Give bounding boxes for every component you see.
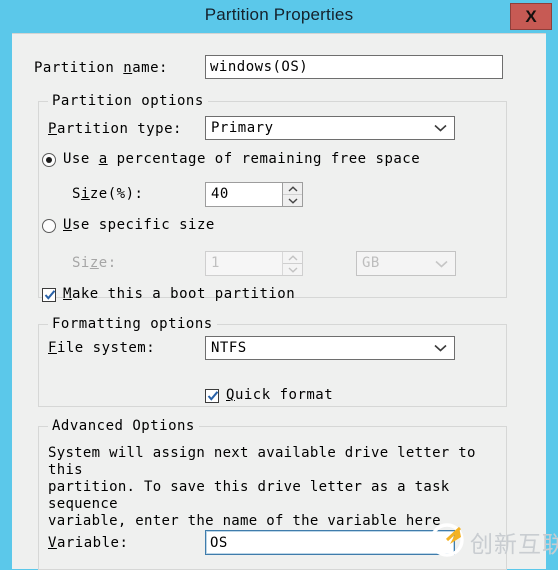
partition-properties-window: Partition Properties X Partition name: P… [0, 0, 558, 570]
quick-format-label: Quick format [226, 387, 334, 403]
radio-use-percentage[interactable] [42, 153, 56, 167]
stepper-down-icon[interactable] [283, 195, 302, 206]
variable-input[interactable] [205, 530, 455, 555]
size-specific-spinner[interactable]: 1 [205, 251, 303, 276]
chevron-down-icon [433, 337, 447, 359]
advanced-options-legend: Advanced Options [48, 418, 199, 434]
stepper-up-icon[interactable] [283, 183, 302, 195]
size-percent-stepper[interactable] [282, 183, 302, 206]
advanced-options-description: System will assign next available drive … [48, 445, 476, 529]
partition-name-input[interactable] [205, 55, 503, 79]
stepper-up-icon[interactable] [283, 252, 302, 264]
size-specific-stepper[interactable] [282, 252, 302, 275]
variable-label: Variable: [48, 535, 129, 551]
boot-partition-label: Make this a boot partition [63, 286, 296, 302]
page-title: Partition Properties [204, 5, 354, 24]
stepper-down-icon[interactable] [283, 264, 302, 275]
file-system-label: File system: [48, 340, 156, 356]
size-percent-value: 40 [211, 186, 229, 202]
use-specific-size-label: Use specific size [63, 217, 215, 233]
radio-use-specific-size[interactable] [42, 219, 56, 233]
size-units-select[interactable]: GB [356, 251, 456, 276]
checkbox-quick-format[interactable] [205, 389, 219, 403]
title-bar: Partition Properties X [0, 0, 558, 33]
dialog-body: Partition name: Partition options Partit… [12, 33, 546, 570]
partition-type-label: Partition type: [48, 121, 182, 137]
use-percentage-label: Use a percentage of remaining free space [63, 151, 421, 167]
chevron-down-icon [433, 117, 447, 139]
size-specific-value: 1 [211, 255, 220, 271]
partition-type-value: Primary [211, 120, 274, 136]
file-system-value: NTFS [211, 340, 247, 356]
file-system-select[interactable]: NTFS [205, 336, 455, 360]
chevron-down-icon [434, 252, 448, 275]
formatting-options-legend: Formatting options [48, 316, 217, 332]
size-units-value: GB [362, 255, 380, 271]
checkbox-boot-partition[interactable] [42, 288, 56, 302]
size-specific-label: Size: [72, 255, 117, 271]
size-percent-label: Size(%): [72, 186, 144, 202]
close-button[interactable]: X [510, 3, 552, 30]
size-percent-spinner[interactable]: 40 [205, 182, 303, 207]
partition-options-legend: Partition options [48, 93, 208, 109]
partition-name-label: Partition name: [34, 60, 168, 76]
partition-type-select[interactable]: Primary [205, 116, 455, 140]
